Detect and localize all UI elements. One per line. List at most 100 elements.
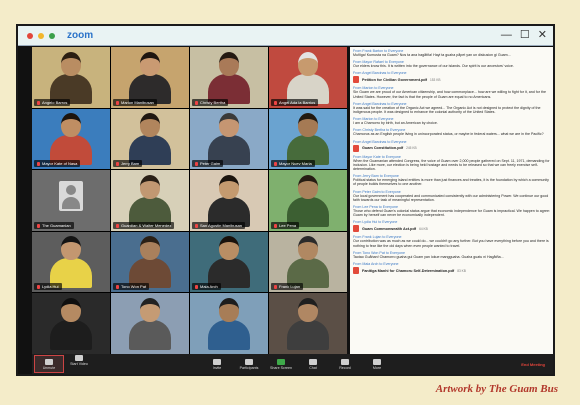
chat-file-attachment[interactable]: Petition for Civilian Government.pdf 153 … <box>353 76 550 84</box>
participant-name: Marion Manibusan <box>113 98 157 106</box>
chat-text: Chamorus as an English people living in … <box>353 132 544 137</box>
participant-tile[interactable]: The Guamanian <box>32 170 110 231</box>
participant-name-text: The Guamanian <box>42 222 71 228</box>
participant-name-text: Maia Arch <box>200 284 218 290</box>
chat-message: From Maia Arch to Everyone Fanitiga Manhi… <box>353 262 550 275</box>
participant-tile[interactable]: Mayor Nuev Maria <box>269 108 347 170</box>
file-name[interactable]: Fanitiga Manhi for Chamoru Self-Determin… <box>362 269 454 273</box>
toolbar-label: Record <box>339 365 351 370</box>
participant-video <box>129 297 171 350</box>
chat-sender: From Maia Arch to Everyone <box>353 262 399 267</box>
chat-message: From Tono Won Pat to Everyone Taotao Guåh… <box>353 251 550 259</box>
participant-tile[interactable]: Tono Won Pat <box>111 231 189 293</box>
participant-video <box>208 113 250 166</box>
participant-name: Angelo Barros <box>34 98 71 106</box>
toolbar-label: Chat <box>309 365 317 370</box>
file-name[interactable]: Petition for Civilian Government.pdf <box>362 78 427 82</box>
file-name[interactable]: Guam Commonwealth Act.pdf <box>362 227 416 231</box>
chat-text: Our local government has cooperated and … <box>353 193 549 202</box>
muted-mic-icon <box>37 100 40 105</box>
chat-message: From Frank Barton to Everyone Muñiga! Kum… <box>353 49 550 57</box>
participant-tile[interactable]: Frank Lujan <box>269 231 347 293</box>
chat-text: Our elders know this. It is written into… <box>353 64 514 69</box>
chat-text: It was said for the creation of the Orga… <box>353 105 541 115</box>
pdf-icon <box>353 76 359 84</box>
invite-button[interactable]: Invite <box>202 358 232 370</box>
participant-name-text: Jerry Bam <box>121 161 140 167</box>
unmute-button[interactable]: Unmute <box>34 355 64 373</box>
participant-tile[interactable]: Marion Manibusan <box>111 47 189 108</box>
toolbar-label: Unmute <box>42 365 56 370</box>
chat-message: From Lydia Hui to Everyone Guam Commonwea… <box>353 220 550 233</box>
pdf-icon <box>353 225 359 233</box>
participant-name: Lee Pena <box>271 221 300 229</box>
participant-name-text: Angel Ada la Barrios <box>279 99 316 105</box>
more-button[interactable]: More <box>362 358 392 370</box>
participant-video <box>287 51 329 104</box>
chat-file-attachment[interactable]: Fanitiga Manhi for Chamoru Self-Determin… <box>353 267 550 275</box>
participant-tile[interactable] <box>111 293 189 354</box>
participant-tile[interactable]: Angelo Barros <box>32 47 110 108</box>
participant-tile[interactable] <box>32 293 110 354</box>
participant-name-text: Tono Won Pat <box>121 284 147 290</box>
chat-text: Sin Guam we are proud of our American ci… <box>353 90 546 99</box>
participant-tile[interactable]: Peter Gaim <box>190 108 268 170</box>
start-video-button[interactable]: Start Video <box>64 355 94 373</box>
chat-message: From Lee Pena to Everyone Those who defen… <box>353 205 550 217</box>
invite-icon <box>213 358 221 365</box>
toolbar-label: Start Video <box>70 362 88 366</box>
muted-mic-icon <box>274 162 277 167</box>
chat-message: From Angel Barcinas to Everyone Guam Cons… <box>353 140 550 152</box>
participant-tile[interactable]: San Agustin Manibusan <box>190 170 268 231</box>
chat-file-attachment[interactable]: Guam Constitution.pdf 245 KB <box>353 144 550 152</box>
participants-button[interactable]: Participants <box>234 358 264 370</box>
participant-name-text: Guardian & Walter Menedez <box>121 222 172 228</box>
chat-panel[interactable]: From Frank Barton to Everyone Muñiga! Kum… <box>350 47 553 354</box>
participant-video <box>208 236 250 289</box>
chat-icon <box>309 358 317 365</box>
muted-mic-icon <box>274 285 277 290</box>
participant-tile[interactable] <box>190 293 268 354</box>
participant-tile[interactable]: Christy Bertha <box>190 47 268 108</box>
chat-message: From Frank Lujan to Everyone Our contribu… <box>353 235 550 247</box>
chat-message: From Angel Barcinas to Everyone It was sa… <box>353 102 550 114</box>
participant-name: Maia Arch <box>192 283 221 291</box>
chat-text: Taotao Guåhan! Chamorro guaha gui Guam y… <box>353 254 504 259</box>
participant-video <box>208 297 250 350</box>
participant-name: Tono Won Pat <box>113 283 150 291</box>
file-size: 64 KB <box>419 226 428 231</box>
participant-video <box>50 297 92 350</box>
muted-mic-icon <box>116 285 119 290</box>
chat-message: From Mayor Kate to Everyone When the Guam… <box>353 155 550 172</box>
participant-video <box>287 113 329 166</box>
share-screen-button[interactable]: Share Screen <box>266 358 296 370</box>
chat-message: From Jerry Bam to Everyone Political stat… <box>353 174 550 186</box>
participant-tile[interactable]: Angel Ada la Barrios <box>269 47 347 108</box>
file-name[interactable]: Guam Constitution.pdf <box>362 146 403 150</box>
participant-tile[interactable]: Guardian & Walter Menedez <box>111 170 189 231</box>
muted-mic-icon <box>195 285 198 290</box>
participant-tile[interactable]: Lee Pena <box>269 170 347 231</box>
participant-name: Lydia Hui <box>34 283 62 291</box>
participant-name-text: Angelo Barros <box>42 99 68 105</box>
record-button[interactable]: Record <box>330 358 360 370</box>
participant-name-text: Lee Pena <box>279 222 297 228</box>
participant-video <box>50 51 92 104</box>
participant-name: Angel Ada la Barrios <box>271 98 319 106</box>
muted-mic-icon <box>116 100 119 105</box>
participant-tile[interactable] <box>269 293 347 354</box>
participant-tile[interactable]: Mayor Kate of Nasa <box>32 108 110 170</box>
participant-tile[interactable]: Maia Arch <box>190 231 268 293</box>
chat-button[interactable]: Chat <box>298 358 328 370</box>
participant-tile[interactable]: Jerry Bam <box>111 108 189 170</box>
participant-tile[interactable]: Lydia Hui <box>32 231 110 293</box>
muted-mic-icon <box>116 162 119 167</box>
chat-sender: From Angel Barcinas to Everyone <box>353 139 407 144</box>
chat-message: From Angel Barcinas to Everyone Petition … <box>353 71 550 84</box>
participant-video <box>208 51 250 104</box>
end-meeting-button[interactable]: End Meeting <box>521 362 545 367</box>
chat-file-attachment[interactable]: Guam Commonwealth Act.pdf 64 KB <box>353 225 550 233</box>
toolbar-label: Share Screen <box>270 365 292 370</box>
pdf-icon <box>353 267 359 275</box>
muted-mic-icon <box>116 223 119 228</box>
